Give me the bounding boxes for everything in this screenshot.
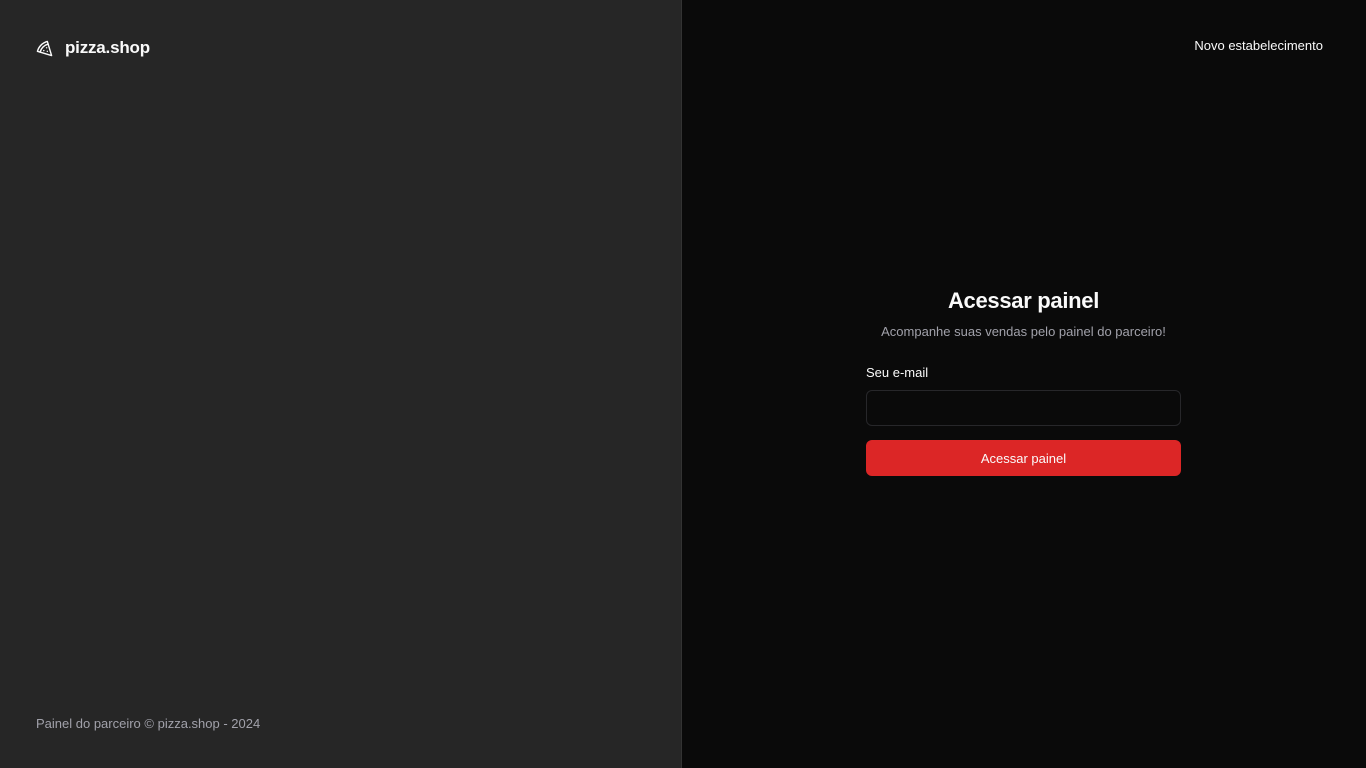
submit-button[interactable]: Acessar painel	[866, 440, 1181, 476]
email-field[interactable]	[866, 390, 1181, 426]
pizza-icon	[36, 40, 53, 57]
brand-name: pizza.shop	[65, 38, 150, 57]
login-form: Acessar painel Acompanhe suas vendas pel…	[866, 288, 1181, 476]
login-panel: Novo estabelecimento Acessar painel Acom…	[682, 0, 1366, 768]
brand-panel: pizza.shop Painel do parceiro © pizza.sh…	[0, 0, 682, 768]
app-layout: pizza.shop Painel do parceiro © pizza.sh…	[0, 0, 1366, 768]
new-store-link[interactable]: Novo estabelecimento	[1194, 38, 1323, 53]
footer-copyright: Painel do parceiro © pizza.shop - 2024	[36, 716, 261, 731]
brand: pizza.shop	[36, 38, 150, 58]
login-subtitle: Acompanhe suas vendas pelo painel do par…	[881, 324, 1166, 339]
login-title: Acessar painel	[947, 288, 1100, 313]
email-label: Seu e-mail	[866, 365, 929, 380]
